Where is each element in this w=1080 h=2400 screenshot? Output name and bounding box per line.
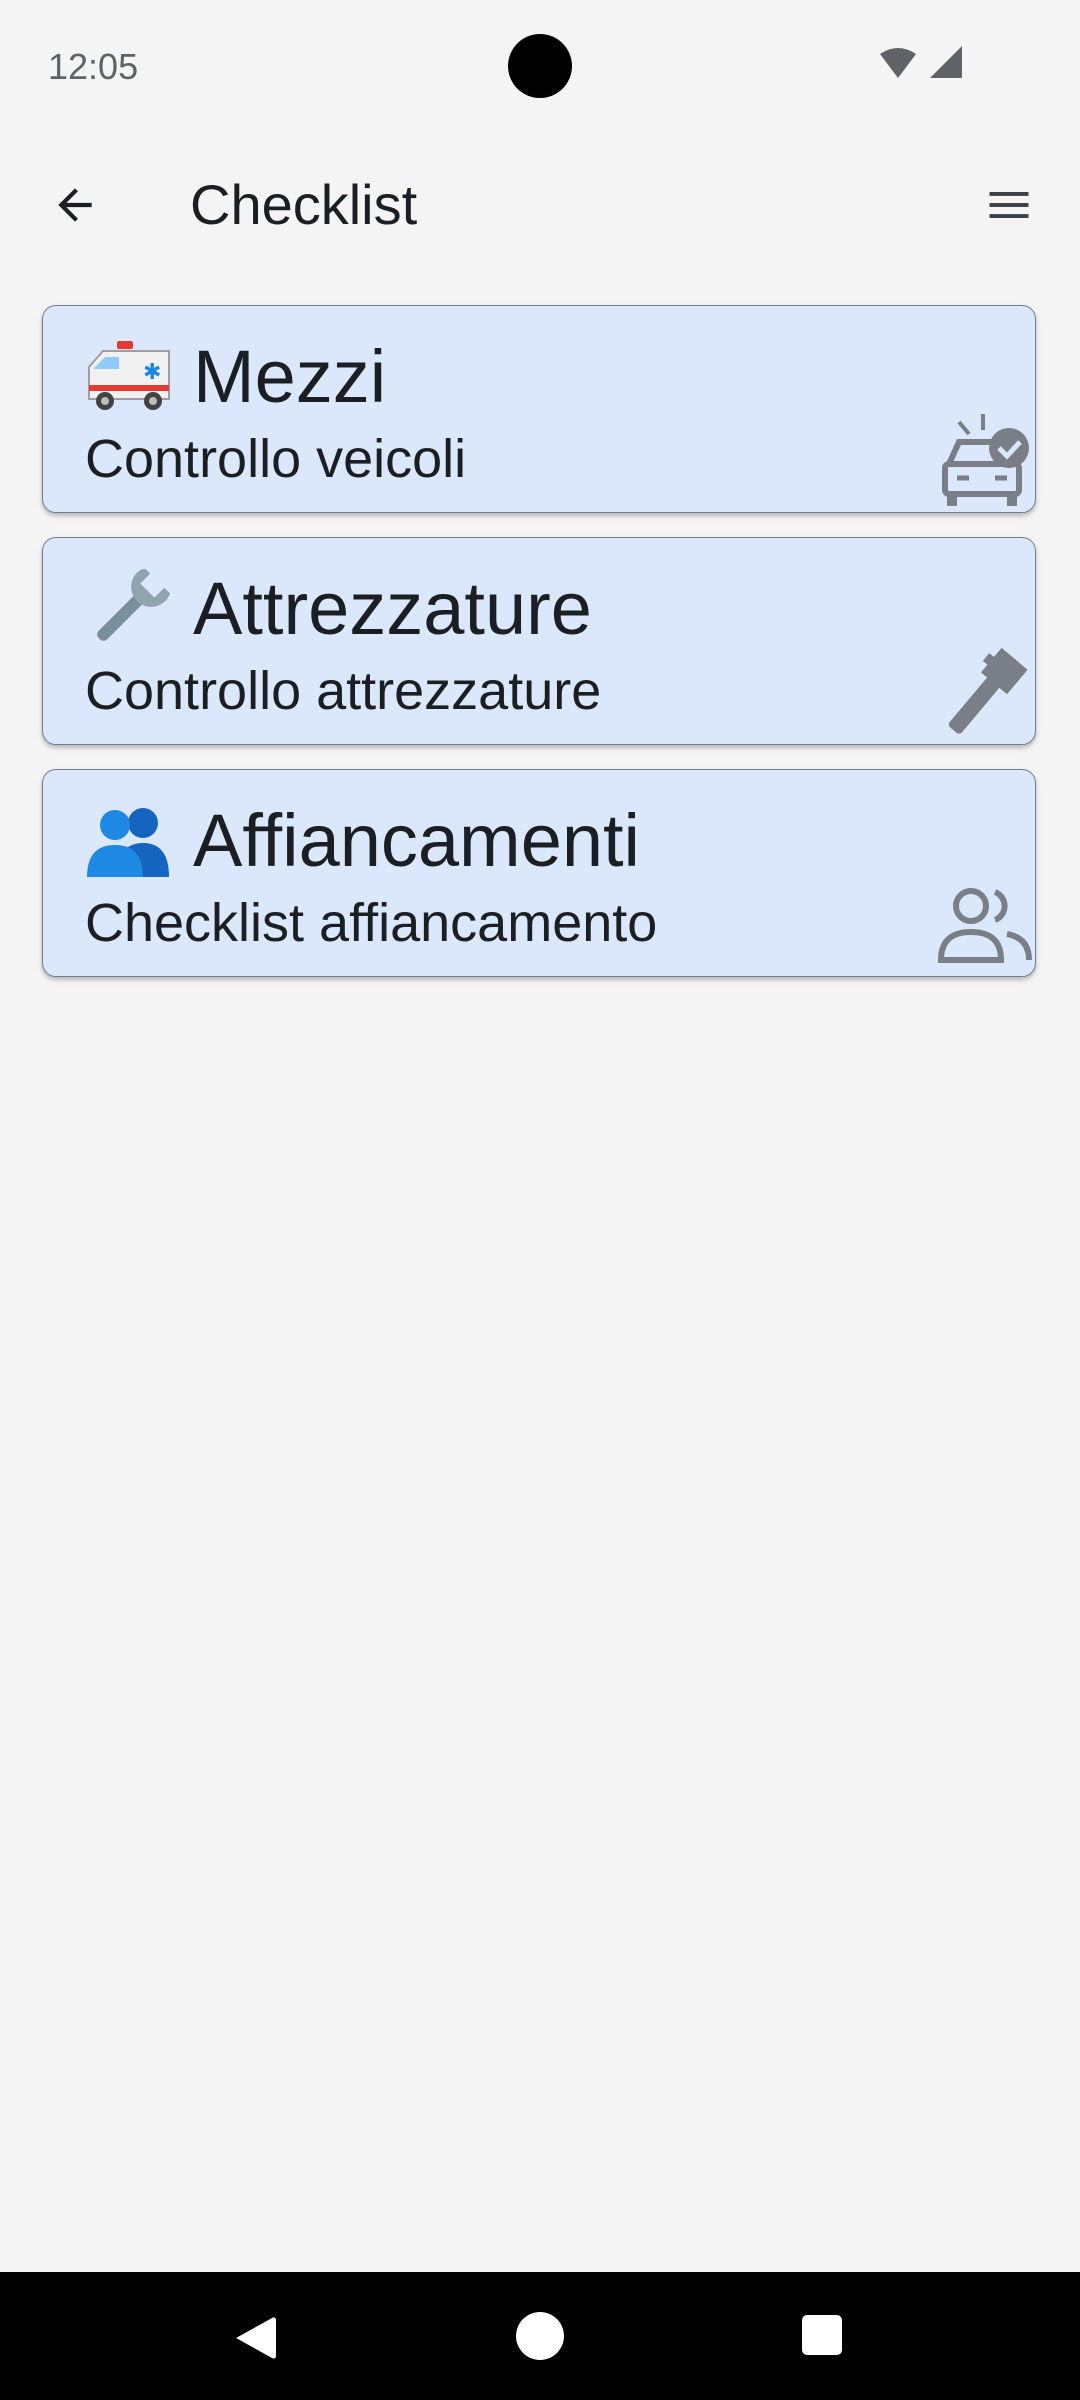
- arrow-back-icon: [58, 188, 92, 222]
- card-title: Affiancamenti: [193, 799, 640, 882]
- nav-back-button[interactable]: [228, 2310, 284, 2366]
- checklist-list: ✱ Mezzi Controllo veicoli Attrezzature C…: [42, 305, 1038, 1001]
- nav-recents-button[interactable]: [802, 2315, 842, 2355]
- back-button[interactable]: [40, 170, 110, 240]
- status-icons: [878, 46, 968, 86]
- screen: 12:05 Checklist ✱ Mezzi Controllo veicol…: [0, 0, 1080, 2400]
- car-check-icon: [935, 412, 1035, 512]
- camera-cutout: [508, 34, 572, 98]
- people-icon: [85, 801, 173, 881]
- card-subtitle: Checklist affiancamento: [85, 893, 658, 953]
- menu-button[interactable]: [974, 170, 1044, 240]
- nav-home-button[interactable]: [516, 2312, 564, 2360]
- page-title: Checklist: [190, 173, 418, 236]
- card-attrezzature[interactable]: Attrezzature Controllo attrezzature: [42, 537, 1036, 745]
- wrench-icon: [85, 569, 173, 649]
- people-outline-icon: [935, 876, 1035, 976]
- card-subtitle: Controllo veicoli: [85, 429, 467, 489]
- status-time: 12:05: [48, 46, 139, 87]
- card-subtitle: Controllo attrezzature: [85, 661, 602, 721]
- system-nav-bar: [0, 2272, 1080, 2400]
- wifi-icon: [880, 48, 916, 78]
- card-title-row: Attrezzature: [85, 564, 592, 654]
- ambulance-icon: ✱: [85, 337, 173, 417]
- cell-signal-icon: [930, 46, 962, 78]
- app-bar: Checklist: [0, 140, 1080, 270]
- card-title: Mezzi: [193, 335, 387, 418]
- status-bar: 12:05: [0, 0, 1080, 130]
- hamburger-menu-icon: [989, 192, 1029, 218]
- card-title-row: Affiancamenti: [85, 796, 640, 886]
- card-title-row: ✱ Mezzi: [85, 332, 386, 422]
- svg-text:✱: ✱: [143, 360, 161, 385]
- card-title: Attrezzature: [193, 567, 592, 650]
- pipe-wrench-icon: [935, 644, 1035, 744]
- card-mezzi[interactable]: ✱ Mezzi Controllo veicoli: [42, 305, 1036, 513]
- card-affiancamenti[interactable]: Affiancamenti Checklist affiancamento: [42, 769, 1036, 977]
